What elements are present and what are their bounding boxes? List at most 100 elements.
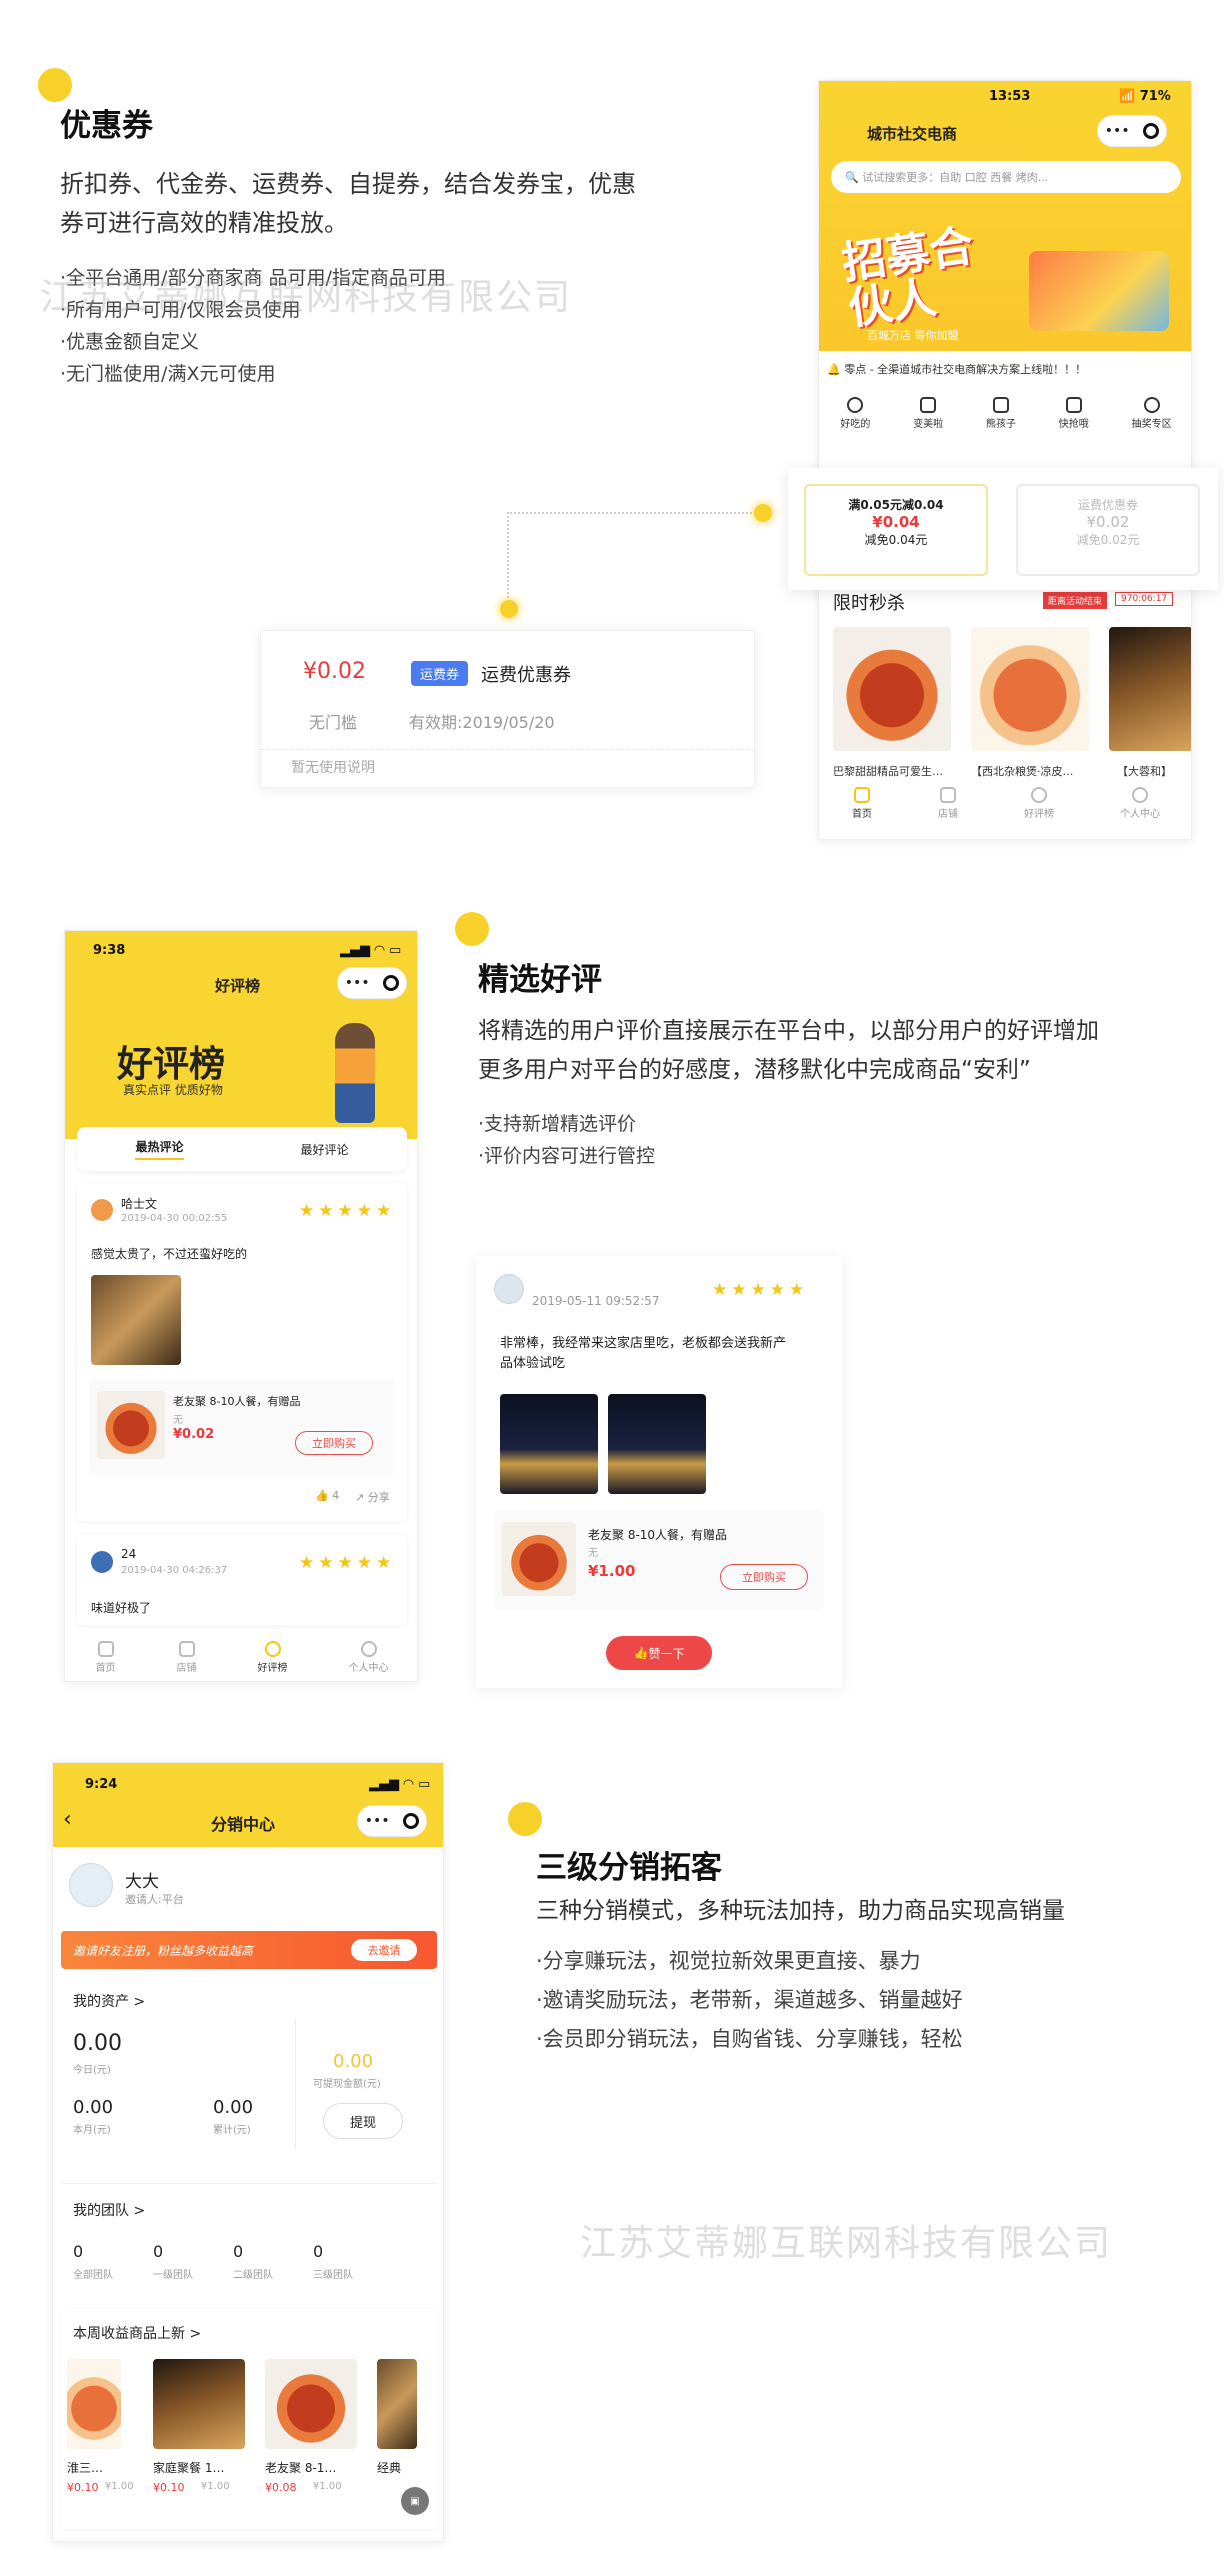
product-card[interactable]: 老友聚 8-10人餐，有赠品 无 ¥1.00 立即购买	[494, 1510, 824, 1610]
tab-home[interactable]: 首页	[95, 1640, 116, 1674]
tab-shop[interactable]: 店铺	[176, 1640, 197, 1674]
more-icon: •••	[1104, 123, 1130, 139]
team-count: 0	[73, 2242, 84, 2261]
category-item[interactable]: 好吃的	[840, 397, 870, 430]
buy-now-button[interactable]: 立即购买	[720, 1564, 808, 1590]
tab-label: 店铺	[176, 1662, 197, 1674]
coupon-discount: 减免0.02元	[1076, 533, 1140, 547]
team-panel: 我的团队 > 0 全部团队 0 一级团队 0 二级团队 0 三级团队	[61, 2183, 437, 2293]
product-name: 老友聚 8-10人餐，有赠品	[173, 1395, 301, 1408]
product-image[interactable]	[377, 2359, 417, 2449]
team-label: 一级团队	[153, 2270, 193, 2281]
category-item[interactable]: 抽奖专区	[1132, 397, 1172, 430]
product-sub: 无	[588, 1548, 598, 1559]
bullet-item: ·支持新增精选评价	[478, 1113, 637, 1135]
banner-subline: 百城万店 等你加盟	[867, 329, 959, 342]
product-card[interactable]: 老友聚 8-10人餐，有赠品 无 ¥0.02 立即购买	[89, 1379, 395, 1475]
beauty-icon	[920, 397, 937, 413]
category-item[interactable]: 快抢哦	[1059, 397, 1089, 430]
product-price: ¥0.08	[265, 2481, 297, 2494]
team-title[interactable]: 我的团队 >	[73, 2200, 145, 2220]
close-icon	[403, 1813, 420, 1829]
banner-headline: 好评榜	[117, 1044, 226, 1085]
review-photo[interactable]	[608, 1394, 706, 1494]
like-count[interactable]: 👍 4	[315, 1489, 339, 1502]
tab-reviews[interactable]: 好评榜	[258, 1640, 288, 1674]
month-label: 本月(元)	[73, 2125, 111, 2136]
withdraw-button[interactable]: 提现	[323, 2103, 403, 2139]
capsule-menu[interactable]: •••	[357, 1805, 427, 1837]
like-button[interactable]: 👍 赞一下	[606, 1636, 712, 1670]
tab-shop[interactable]: 店铺	[938, 787, 958, 820]
product-image[interactable]	[1109, 627, 1191, 751]
flash-sale-title: 限时秒杀	[833, 593, 905, 614]
weekly-title[interactable]: 本周收益商品上新 >	[73, 2323, 201, 2343]
tab-label: 首页	[95, 1662, 116, 1674]
review-photo[interactable]	[500, 1394, 598, 1494]
product-image[interactable]	[971, 627, 1089, 751]
category-item[interactable]: 熊孩子	[986, 397, 1016, 430]
more-icon: •••	[344, 975, 370, 991]
product-image[interactable]	[153, 2359, 245, 2449]
product-price: ¥1.00	[588, 1562, 636, 1580]
thumbs-up-icon: 👍	[315, 1489, 329, 1502]
assets-title[interactable]: 我的资产 >	[73, 1991, 145, 2011]
avatar	[69, 1863, 113, 1907]
section-title-reviews: 精选好评	[478, 962, 602, 998]
smile-icon	[1031, 787, 1047, 803]
notice-bar: 🔔 零点 - 全渠道城市社交电商解决方案上线啦！！！	[827, 361, 1086, 377]
status-icons: ▂▄▆ ◠ ▭	[369, 1777, 431, 1792]
product-name: 家庭聚餐 1…	[153, 2461, 225, 2475]
review-line: 非常棒，我经常来这家店里吃，老板都会送我新产	[500, 1336, 787, 1351]
review-card: 哈士文 2019-04-30 00:02:55 ★★★★★ 感觉太贵了，不过还蛮…	[77, 1183, 407, 1521]
share-button[interactable]: ↗ 分享	[355, 1489, 390, 1505]
product-image[interactable]	[67, 2359, 121, 2449]
capsule-menu[interactable]: •••	[337, 967, 407, 999]
capsule-menu[interactable]: •••	[1097, 115, 1167, 147]
product-image	[502, 1522, 576, 1596]
coupon-card[interactable]: ¥0.02 运费券 运费优惠券 无门槛 有效期:2019/05/20 暂无使用说…	[260, 630, 755, 788]
rating-stars: ★★★★★	[712, 1280, 809, 1300]
total-value: 0.00	[213, 2097, 254, 2118]
user-inviter: 邀请人:平台	[125, 1893, 184, 1906]
invite-banner[interactable]: 邀请好友注册，粉丝越多收益越高 去邀请	[61, 1931, 437, 1969]
month-value: 0.00	[73, 2097, 114, 2118]
buy-now-button[interactable]: 立即购买	[295, 1431, 373, 1455]
product-image[interactable]	[265, 2359, 357, 2449]
tab-profile[interactable]: 个人中心	[1120, 787, 1160, 820]
phone-distribution-center: 9:24 ▂▄▆ ◠ ▭ ‹ 分销中心 ••• 大大 邀请人:平台 邀请好友注册…	[52, 1762, 444, 2542]
tab-reviews[interactable]: 好评榜	[1024, 787, 1054, 820]
product-name: 淮三…	[67, 2461, 104, 2475]
user-icon	[1132, 787, 1148, 803]
flash-sale-timer: 970:06:17	[1115, 592, 1174, 606]
tab-hottest[interactable]: 最热评论	[135, 1138, 184, 1160]
back-arrow-icon[interactable]: ‹	[63, 1807, 72, 1832]
product-orig-price: ¥1.00	[201, 2481, 230, 2492]
float-button[interactable]: ▣	[401, 2487, 429, 2515]
category-item[interactable]: 变美啦	[913, 397, 943, 430]
team-label: 二级团队	[233, 2270, 273, 2281]
product-image[interactable]	[833, 627, 951, 751]
invite-button[interactable]: 去邀请	[351, 1939, 417, 1961]
product-name: 老友聚 8-1…	[265, 2461, 337, 2475]
coupon-ticket[interactable]: 满0.05元减0.04 ¥0.04 减免0.04元	[804, 484, 988, 576]
section-desc-distribution: 三种分销模式，多种玩法加持，助力商品实现高销量	[536, 1898, 1065, 1924]
bullet-list: ·分享赚玩法，视觉拉新效果更直接、暴力 ·邀请奖励玩法，老带新，渠道越多、销量越…	[536, 1942, 963, 2059]
product-orig-price: ¥1.00	[313, 2481, 342, 2492]
tab-label: 个人中心	[1120, 809, 1160, 820]
user-name: 大大	[125, 1872, 159, 1892]
review-time: 2019-04-30 04:26:37	[121, 1565, 228, 1576]
section-title-coupon: 优惠券	[60, 108, 153, 144]
search-input[interactable]: 🔍 试试搜索更多：自助 口腔 西餐 烤肉...	[831, 161, 1181, 193]
tab-profile[interactable]: 个人中心	[349, 1640, 389, 1674]
product-name: 【西北杂粮煲·凉皮…	[971, 765, 1074, 778]
avatar	[91, 1199, 113, 1221]
tab-best[interactable]: 最好评论	[300, 1141, 348, 1158]
product-price: ¥0.10	[67, 2481, 99, 2494]
status-time: 9:24	[85, 1777, 118, 1792]
assets-panel: 我的资产 > 0.00 今日(元) 0.00 本月(元) 0.00 累计(元) …	[61, 1979, 437, 2179]
review-photo[interactable]	[91, 1275, 181, 1365]
nav-title: 分销中心	[211, 1815, 276, 1834]
category-row: 好吃的 变美啦 熊孩子 快抢哦 抽奖专区	[819, 397, 1191, 430]
tab-home[interactable]: 首页	[852, 787, 872, 820]
